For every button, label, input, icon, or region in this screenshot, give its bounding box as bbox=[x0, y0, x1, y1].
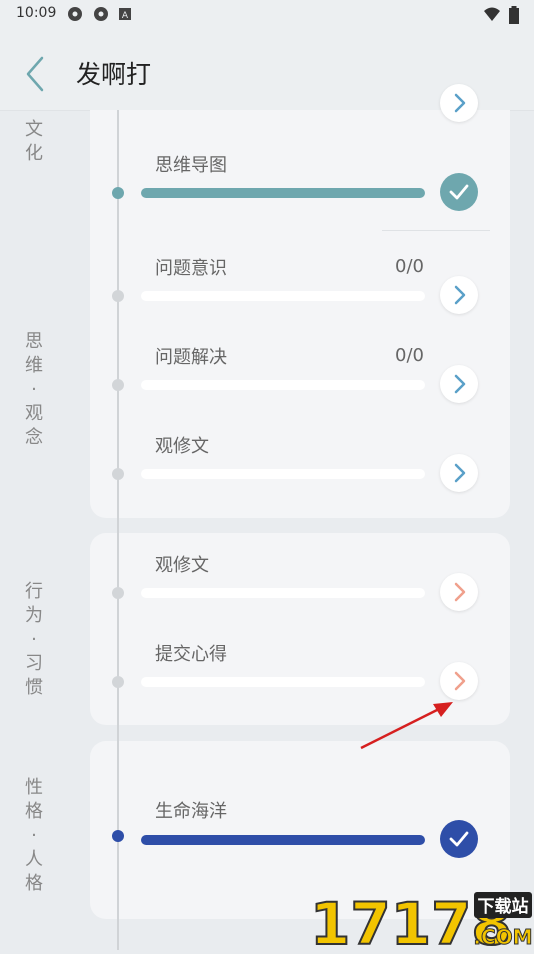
timeline-line bbox=[117, 110, 119, 950]
app-notification-icon bbox=[68, 7, 82, 21]
timeline-dot bbox=[112, 290, 124, 302]
app-notification-icon bbox=[94, 7, 108, 21]
chevron-right-icon bbox=[454, 285, 466, 305]
completed-badge[interactable] bbox=[440, 820, 478, 858]
svg-text:A: A bbox=[122, 11, 129, 21]
progress-bar bbox=[141, 588, 425, 598]
open-item-button[interactable] bbox=[440, 365, 478, 403]
item-title: 问题解决 bbox=[155, 347, 227, 368]
section-label-culture: 文 化 bbox=[25, 119, 43, 164]
progress-bar bbox=[141, 380, 425, 390]
timeline-dot bbox=[112, 587, 124, 599]
completed-badge[interactable] bbox=[440, 173, 478, 211]
watermark-logo: 17178 下载站 .COM bbox=[308, 884, 534, 954]
timeline-dot bbox=[112, 379, 124, 391]
progress-fill bbox=[141, 835, 425, 845]
timeline-dot bbox=[112, 187, 124, 199]
status-bar: 10:09 A bbox=[0, 0, 534, 28]
annotation-arrow-icon bbox=[360, 702, 453, 750]
watermark-domain: .COM bbox=[473, 925, 532, 949]
battery-icon bbox=[509, 6, 519, 24]
progress-bar bbox=[141, 677, 425, 687]
item-title: 提交心得 bbox=[155, 644, 227, 665]
progress-bar bbox=[141, 469, 425, 479]
timeline-dot bbox=[112, 676, 124, 688]
text-notification-icon: A bbox=[119, 8, 131, 21]
divider bbox=[382, 230, 490, 231]
section-label-behavior: 行 为 · 习 惯 bbox=[25, 581, 43, 698]
item-title: 思维导图 bbox=[155, 155, 227, 176]
checkmark-icon bbox=[449, 831, 469, 847]
open-item-button[interactable] bbox=[440, 454, 478, 492]
timeline-dot bbox=[112, 468, 124, 480]
section-label-personality: 性 格 · 人 格 bbox=[25, 777, 43, 894]
item-title: 观修文 bbox=[155, 555, 209, 576]
wifi-icon bbox=[484, 7, 500, 21]
progress-bar bbox=[141, 291, 425, 301]
item-count: 0/0 bbox=[395, 345, 424, 366]
open-item-button[interactable] bbox=[440, 276, 478, 314]
chevron-right-icon bbox=[454, 93, 466, 113]
back-button[interactable] bbox=[22, 54, 50, 94]
chevron-left-icon bbox=[26, 56, 44, 92]
progress-fill bbox=[141, 188, 425, 198]
item-count: 0/0 bbox=[395, 256, 424, 277]
item-title: 生命海洋 bbox=[155, 801, 227, 822]
progress-bar bbox=[141, 188, 425, 198]
checkmark-icon bbox=[449, 184, 469, 200]
watermark-tag: 下载站 bbox=[478, 896, 529, 917]
open-item-button[interactable] bbox=[440, 573, 478, 611]
next-button[interactable] bbox=[440, 84, 478, 122]
chevron-right-icon bbox=[454, 374, 466, 394]
page-title: 发啊打 bbox=[76, 60, 152, 89]
section-label-thinking: 思 维 · 观 念 bbox=[25, 331, 43, 448]
chevron-right-icon bbox=[454, 463, 466, 483]
status-time: 10:09 bbox=[16, 5, 57, 21]
item-title: 观修文 bbox=[155, 436, 209, 457]
chevron-right-icon bbox=[454, 582, 466, 602]
progress-bar bbox=[141, 835, 425, 845]
timeline-dot bbox=[112, 830, 124, 842]
item-title: 问题意识 bbox=[155, 258, 227, 279]
